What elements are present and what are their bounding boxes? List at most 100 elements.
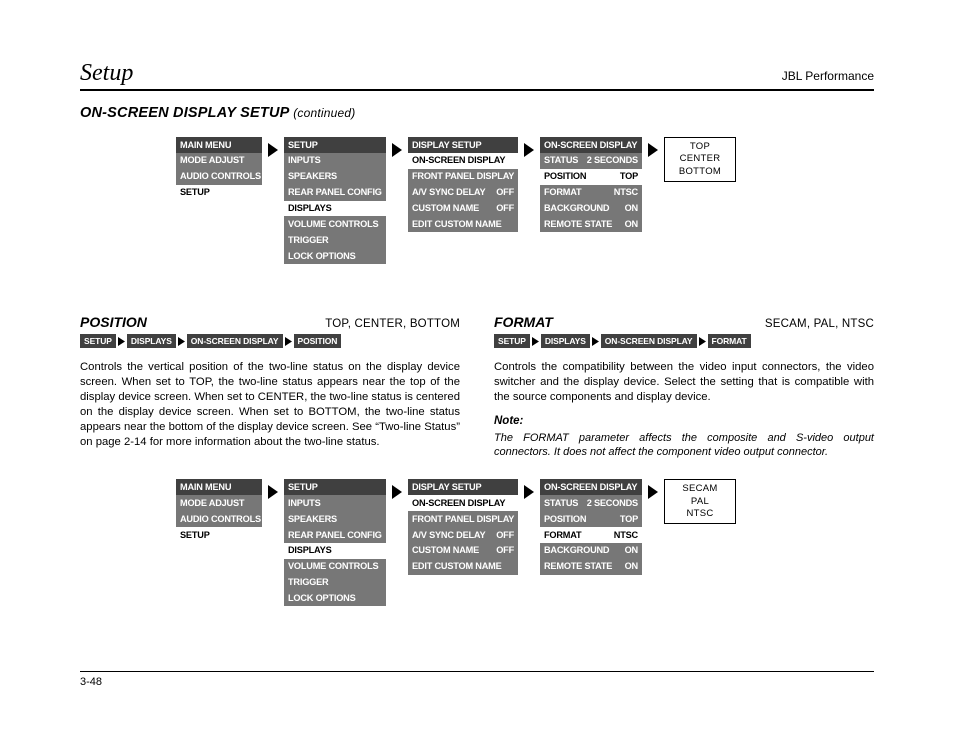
menu-item: STATUS2 SECONDS (540, 495, 642, 511)
arrow-right-icon (392, 143, 402, 157)
breadcrumb: SETUP DISPLAYS ON-SCREEN DISPLAY FORMAT (494, 334, 874, 348)
menu-setup: SETUP INPUTS SPEAKERS REAR PANEL CONFIG … (284, 479, 386, 606)
arrow-right-icon (524, 143, 534, 157)
arrow-right-icon (285, 337, 292, 346)
param-range: TOP, CENTER, BOTTOM (325, 318, 460, 330)
footer-rule (80, 671, 874, 672)
menu-item: FRONT PANEL DISPLAY (408, 169, 518, 185)
menu-header: MAIN MENU (176, 137, 262, 153)
arrow-right-icon (532, 337, 539, 346)
arrow-right-icon (524, 485, 534, 499)
breadcrumb-step: SETUP (494, 334, 530, 348)
menu-osd: ON-SCREEN DISPLAY STATUS2 SECONDS POSITI… (540, 137, 642, 232)
menu-item: CUSTOM NAMEOFF (408, 543, 518, 559)
param-description: Controls the vertical position of the tw… (80, 360, 460, 449)
menu-header: MAIN MENU (176, 479, 262, 495)
menu-item: BACKGROUNDON (540, 543, 642, 559)
arrow-right-icon (392, 485, 402, 499)
breadcrumb-step: ON-SCREEN DISPLAY (601, 334, 697, 348)
menu-item-selected: POSITIONTOP (540, 169, 642, 185)
menu-item: A/V SYNC DELAYOFF (408, 527, 518, 543)
menu-item: EDIT CUSTOM NAME (408, 559, 518, 575)
arrow-right-icon (648, 143, 658, 157)
page-footer: 3-48 (80, 671, 874, 688)
menu-item: REMOTE STATEON (540, 559, 642, 575)
breadcrumb-step: POSITION (294, 334, 342, 348)
options-box: TOP CENTER BOTTOM (664, 137, 736, 182)
note-text: The FORMAT parameter affects the composi… (494, 431, 874, 460)
menu-main: MAIN MENU MODE ADJUST AUDIO CONTROLS SET… (176, 479, 262, 543)
arrow-right-icon (118, 337, 125, 346)
section-title: ON-SCREEN DISPLAY SETUP (continued) (80, 105, 874, 121)
menu-item: TRIGGER (284, 575, 386, 591)
options-box: SECAM PAL NTSC (664, 479, 736, 524)
arrow-right-icon (268, 143, 278, 157)
menu-item: EDIT CUSTOM NAME (408, 216, 518, 232)
menu-item: POSITIONTOP (540, 511, 642, 527)
menu-item: AUDIO CONTROLS (176, 511, 262, 527)
menu-display-setup: DISPLAY SETUP ON-SCREEN DISPLAY FRONT PA… (408, 137, 518, 232)
menu-item-selected: ON-SCREEN DISPLAY (408, 495, 518, 511)
column-position: POSITION TOP, CENTER, BOTTOM SETUP DISPL… (80, 314, 460, 459)
breadcrumb-step: DISPLAYS (541, 334, 590, 348)
menu-item: SPEAKERS (284, 169, 386, 185)
breadcrumb: SETUP DISPLAYS ON-SCREEN DISPLAY POSITIO… (80, 334, 460, 348)
arrow-right-icon (699, 337, 706, 346)
menu-item: MODE ADJUST (176, 153, 262, 169)
column-format: FORMAT SECAM, PAL, NTSC SETUP DISPLAYS O… (494, 314, 874, 459)
menu-item-selected: FORMATNTSC (540, 527, 642, 543)
section-title-cont: (continued) (293, 106, 355, 120)
menu-item-selected: DISPLAYS (284, 543, 386, 559)
menu-item: REAR PANEL CONFIG (284, 185, 386, 201)
menu-display-setup: DISPLAY SETUP ON-SCREEN DISPLAY FRONT PA… (408, 479, 518, 574)
menu-item: FORMATNTSC (540, 185, 642, 201)
menu-item: REAR PANEL CONFIG (284, 527, 386, 543)
note-label: Note: (494, 415, 874, 427)
option: BOTTOM (673, 166, 727, 178)
menu-header: SETUP (284, 479, 386, 495)
page-number: 3-48 (80, 676, 874, 688)
param-heading: FORMAT SECAM, PAL, NTSC (494, 314, 874, 330)
menu-item: INPUTS (284, 495, 386, 511)
param-heading: POSITION TOP, CENTER, BOTTOM (80, 314, 460, 330)
menu-item-selected: SETUP (176, 527, 262, 543)
menu-header: SETUP (284, 137, 386, 153)
menu-item: AUDIO CONTROLS (176, 169, 262, 185)
menu-item-selected: ON-SCREEN DISPLAY (408, 153, 518, 169)
menu-item: FRONT PANEL DISPLAY (408, 511, 518, 527)
menu-path-position: MAIN MENU MODE ADJUST AUDIO CONTROLS SET… (176, 137, 874, 264)
menu-item: LOCK OPTIONS (284, 591, 386, 607)
page-header: Setup JBL Performance (80, 60, 874, 91)
menu-item: MODE ADJUST (176, 495, 262, 511)
arrow-right-icon (648, 485, 658, 499)
option: PAL (673, 496, 727, 508)
menu-header: DISPLAY SETUP (408, 479, 518, 495)
menu-item: INPUTS (284, 153, 386, 169)
breadcrumb-step: FORMAT (708, 334, 751, 348)
content-columns: POSITION TOP, CENTER, BOTTOM SETUP DISPL… (80, 314, 874, 459)
menu-header: ON-SCREEN DISPLAY (540, 479, 642, 495)
option: SECAM (673, 483, 727, 495)
param-name: POSITION (80, 314, 147, 330)
param-description: Controls the compatibility between the v… (494, 360, 874, 405)
breadcrumb-step: ON-SCREEN DISPLAY (187, 334, 283, 348)
menu-item: VOLUME CONTROLS (284, 559, 386, 575)
menu-item: A/V SYNC DELAYOFF (408, 185, 518, 201)
menu-item: VOLUME CONTROLS (284, 216, 386, 232)
menu-header: ON-SCREEN DISPLAY (540, 137, 642, 153)
arrow-right-icon (178, 337, 185, 346)
arrow-right-icon (592, 337, 599, 346)
menu-main: MAIN MENU MODE ADJUST AUDIO CONTROLS SET… (176, 137, 262, 201)
menu-path-format: MAIN MENU MODE ADJUST AUDIO CONTROLS SET… (176, 479, 874, 606)
menu-item: STATUS2 SECONDS (540, 153, 642, 169)
menu-item: SPEAKERS (284, 511, 386, 527)
header-right: JBL Performance (782, 69, 874, 83)
menu-item: CUSTOM NAMEOFF (408, 201, 518, 217)
menu-item-selected: DISPLAYS (284, 201, 386, 217)
menu-item: LOCK OPTIONS (284, 248, 386, 264)
menu-header: DISPLAY SETUP (408, 137, 518, 153)
menu-item-selected: SETUP (176, 185, 262, 201)
breadcrumb-step: SETUP (80, 334, 116, 348)
menu-setup: SETUP INPUTS SPEAKERS REAR PANEL CONFIG … (284, 137, 386, 264)
section-title-main: ON-SCREEN DISPLAY SETUP (80, 105, 289, 121)
